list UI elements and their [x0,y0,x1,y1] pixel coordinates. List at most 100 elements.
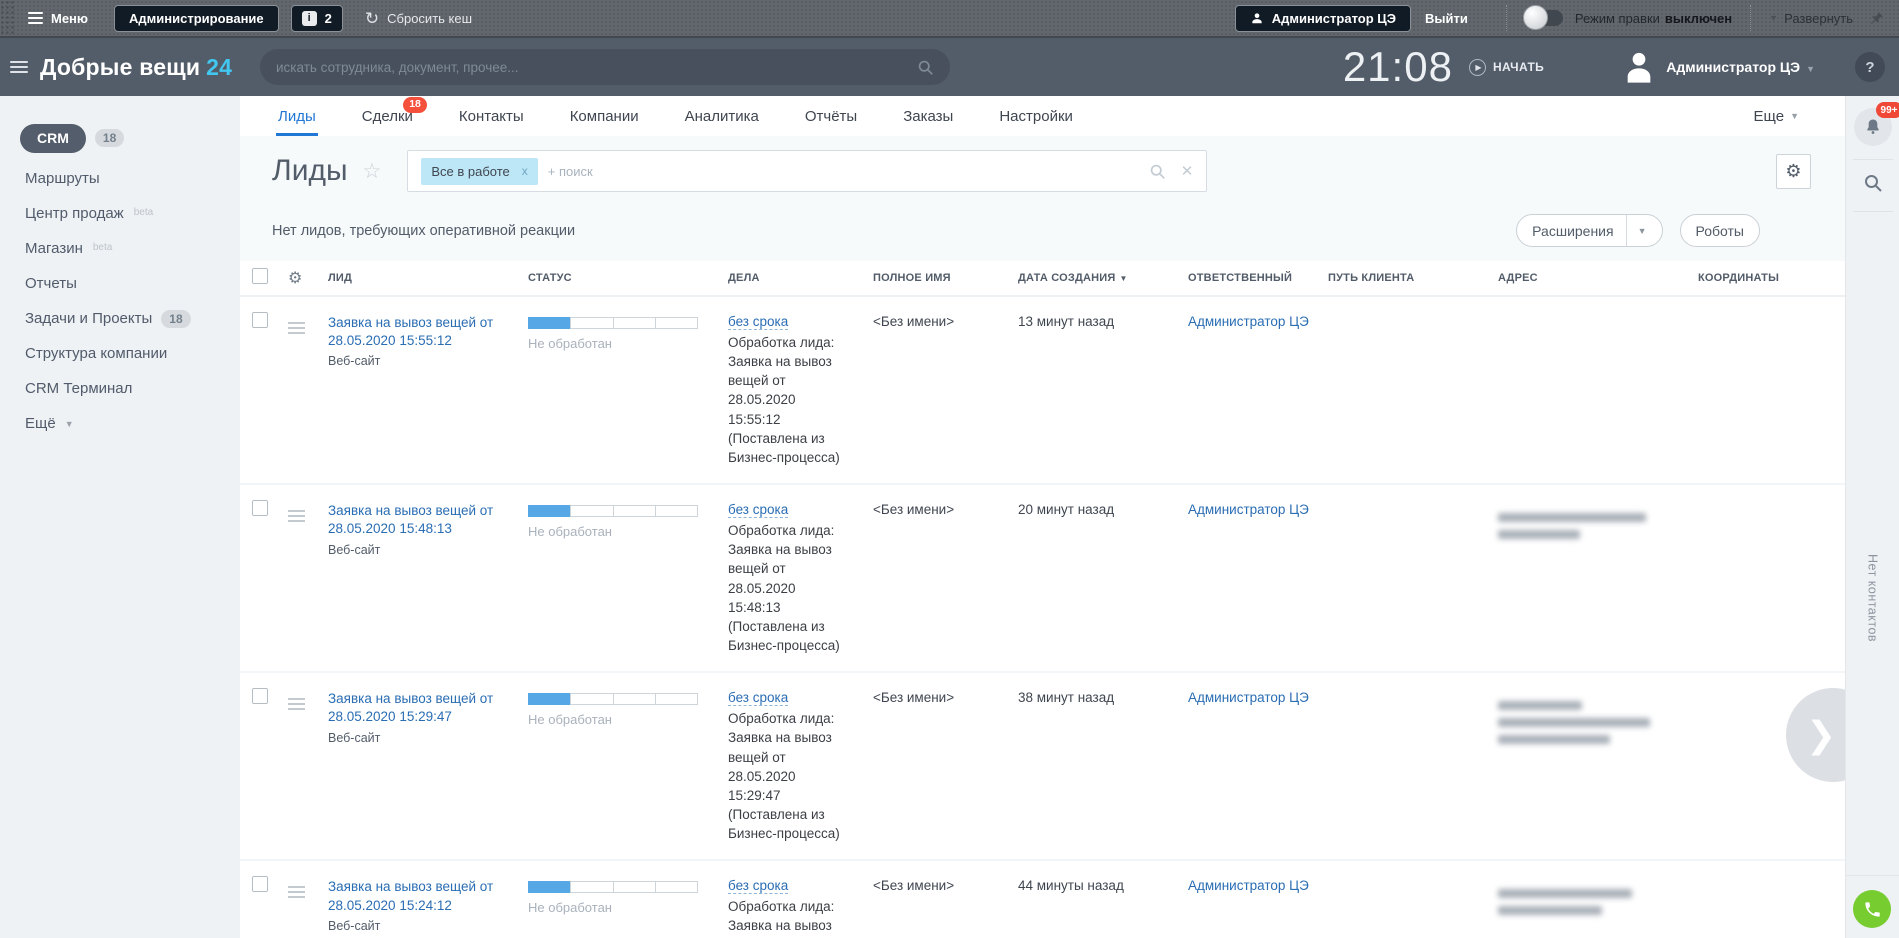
sidebar-item[interactable]: Структура компании [0,337,240,371]
crm-tab-label: Отчёты [805,108,857,125]
gear-icon: ⚙ [1785,161,1801,182]
expand-button[interactable]: ▼ Развернуть [1769,11,1853,26]
activity-deadline-link[interactable]: без срока [728,502,788,518]
help-button[interactable]: ? [1855,52,1885,82]
column-header[interactable]: ПУТЬ КЛИЕНТА [1328,272,1498,284]
column-header[interactable]: ДЕЛА [728,272,873,284]
telephony-button[interactable] [1853,890,1891,928]
column-header[interactable]: ДАТА СОЗДАНИЯ▼ [1018,272,1188,284]
column-header[interactable]: ЛИД [328,272,528,284]
sidebar-item-label: CRM Терминал [25,380,132,398]
column-header[interactable]: ОТВЕТСТВЕННЫЙ [1188,272,1328,284]
administration-button[interactable]: Администрирование [114,5,279,32]
crm-tab-label: Компании [570,108,639,125]
lead-title-link[interactable]: Заявка на вывоз вещей от 28.05.2020 15:4… [328,502,528,538]
activity-deadline-link[interactable]: без срока [728,690,788,706]
columns-gear-icon[interactable]: ⚙ [288,270,302,287]
drag-handle-icon[interactable] [288,322,305,334]
hamburger-icon [28,12,43,24]
extensions-dropdown[interactable]: ▼ [1626,215,1647,246]
lead-source: Веб-сайт [328,919,528,933]
responsible-link[interactable]: Администратор ЦЭ [1188,878,1309,893]
current-user-menu[interactable]: Администратор ЦЭ▼ [1666,59,1815,75]
reset-cache-button[interactable]: ↻ Сбросить кеш [365,10,472,27]
sidebar-item[interactable]: CRM Терминал [0,372,240,406]
avatar[interactable] [1622,48,1656,86]
sidebar-item[interactable]: Ещё ▼ [0,407,240,441]
created-date-cell: 13 минут назад [1018,297,1188,483]
sidebar-item[interactable]: Задачи и Проекты 18 [0,302,240,336]
sidebar-toggle-icon[interactable] [10,61,28,73]
column-header[interactable]: ПОЛНОЕ ИМЯ [873,272,1018,284]
column-header-label: АДРЕС [1498,272,1538,284]
edit-mode-toggle[interactable] [1525,10,1563,26]
crm-tab[interactable]: Настройки [999,96,1073,136]
global-search-input[interactable] [276,60,917,75]
drag-handle-icon[interactable] [288,510,305,522]
lead-title-link[interactable]: Заявка на вывоз вещей от 28.05.2020 15:2… [328,690,528,726]
column-header[interactable]: КООРДИНАТЫ [1698,272,1845,284]
info-icon: i [302,11,317,26]
logout-link[interactable]: Выйти [1425,11,1468,26]
activity-deadline-link[interactable]: без срока [728,314,788,330]
filter-chip[interactable]: Все в работе x [421,158,537,185]
sidebar-footer-link[interactable] [0,467,240,481]
column-header[interactable]: АДРЕС [1498,272,1698,284]
status-label: Не обработан [528,900,728,915]
lead-title-link[interactable]: Заявка на вывоз вещей от 28.05.2020 15:2… [328,878,528,914]
filter-search-panel[interactable]: Все в работе x ✕ [407,150,1207,192]
crm-tab[interactable]: Компании [570,96,639,136]
crm-tab[interactable]: Аналитика [685,96,759,136]
rail-search-button[interactable] [1863,173,1883,198]
responsible-link[interactable]: Администратор ЦЭ [1188,314,1309,329]
notifications-button[interactable]: 99+ [1854,108,1892,146]
sidebar-item[interactable]: CRM 18 [0,116,240,161]
list-toolbar: Нет лидов, требующих оперативной реакции… [240,206,1845,261]
robots-button[interactable]: Роботы [1680,214,1760,247]
drag-handle-icon[interactable] [288,698,305,710]
info-counter-button[interactable]: i 2 [291,5,343,32]
view-settings-button[interactable]: ⚙ [1776,154,1811,189]
filter-search-input[interactable] [548,164,1149,179]
select-all-checkbox[interactable] [252,268,268,284]
sidebar-item[interactable]: Маршруты [0,162,240,196]
responsible-link[interactable]: Администратор ЦЭ [1188,690,1309,705]
row-checkbox[interactable] [252,876,268,892]
favorite-star-icon[interactable]: ☆ [363,159,382,184]
brand-logo[interactable]: Добрые вещи24 [40,54,232,81]
start-workday-button[interactable]: ▶ НАЧАТЬ [1469,59,1544,76]
drag-handle-icon[interactable] [288,886,305,898]
created-date-cell: 44 минуты назад [1018,861,1188,938]
lead-title-link[interactable]: Заявка на вывоз вещей от 28.05.2020 15:5… [328,314,528,350]
status-label: Не обработан [528,712,728,727]
client-path-cell [1328,861,1498,938]
crm-tab[interactable]: Сделки 18 [362,96,413,136]
search-icon[interactable] [1149,163,1166,180]
sidebar-item[interactable]: Магазин beta [0,232,240,266]
admin-user-button[interactable]: Администратор ЦЭ [1235,5,1411,32]
filter-chip-remove-icon[interactable]: x [522,164,528,178]
search-icon[interactable] [917,59,934,76]
row-checkbox[interactable] [252,688,268,704]
sidebar-footer-link[interactable] [0,481,240,495]
admin-menu-button[interactable]: Меню [28,11,88,26]
sidebar-menu: CRM 18 Маршруты Центр продаж beta Магази… [0,116,240,441]
sidebar-item[interactable]: Отчеты [0,267,240,301]
crm-tab[interactable]: Лиды [278,96,316,136]
row-checkbox[interactable] [252,500,268,516]
crm-tab[interactable]: Отчёты [805,96,857,136]
crm-tab[interactable]: Заказы [903,96,953,136]
tabs-more-button[interactable]: Еще▼ [1754,108,1799,125]
pin-icon[interactable] [1869,10,1885,26]
crm-tab[interactable]: Контакты [459,96,524,136]
row-checkbox[interactable] [252,312,268,328]
activity-deadline-link[interactable]: без срока [728,878,788,894]
clear-filter-icon[interactable]: ✕ [1181,162,1194,180]
work-clock[interactable]: 21:08 [1343,43,1453,91]
extensions-button[interactable]: Расширения ▼ [1516,214,1662,247]
column-header[interactable]: СТАТУС [528,272,728,284]
info-count: 2 [325,11,332,26]
column-header-label: ДЕЛА [728,272,760,284]
responsible-link[interactable]: Администратор ЦЭ [1188,502,1309,517]
sidebar-item[interactable]: Центр продаж beta [0,197,240,231]
